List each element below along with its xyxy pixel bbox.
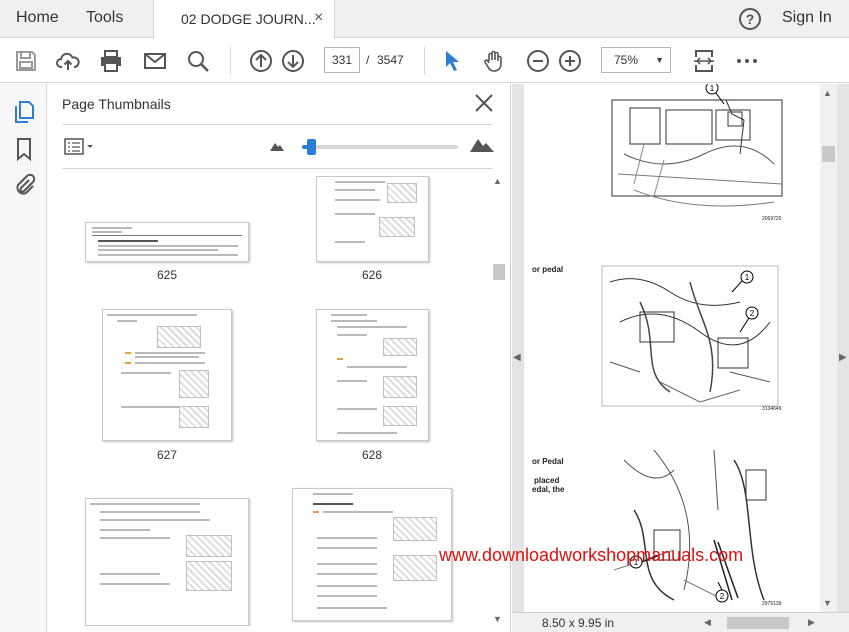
upload-cloud-icon[interactable] <box>56 49 80 73</box>
sign-in-button[interactable]: Sign In <box>782 9 832 27</box>
current-page-input[interactable]: 331 <box>324 47 360 73</box>
page-thumbnails-icon[interactable] <box>12 100 36 124</box>
scroll-left-icon[interactable]: ◀ <box>704 617 711 628</box>
thumbnail-options-icon[interactable] <box>64 138 96 156</box>
zoom-select[interactable]: 75% ▼ <box>601 47 671 73</box>
engine-bay-figure <box>611 99 783 207</box>
doc-text-snippet: edal, the <box>532 485 565 494</box>
document-scrollbar[interactable]: ▲ ▼ <box>820 84 837 612</box>
document-tab[interactable]: 02 DODGE JOURN... × <box>153 0 335 39</box>
brake-pedal-figure <box>614 450 767 601</box>
scroll-down-icon[interactable]: ▼ <box>493 614 502 624</box>
figure-code: 2069720 <box>762 216 782 222</box>
scroll-right-icon[interactable]: ▶ <box>808 617 815 628</box>
page-thumbnail[interactable] <box>316 309 429 441</box>
zoom-out-icon[interactable] <box>526 49 550 73</box>
thumbnail-page-label: 628 <box>361 448 383 462</box>
panel-divider <box>62 168 492 169</box>
svg-text:2: 2 <box>750 309 755 318</box>
doc-text-snippet: placed <box>534 476 560 485</box>
navigation-rail <box>0 84 47 632</box>
home-menu[interactable]: Home <box>16 9 59 27</box>
toolbar-divider <box>424 47 425 75</box>
svg-text:1: 1 <box>710 84 715 93</box>
email-icon[interactable] <box>143 49 167 73</box>
help-icon[interactable]: ? <box>739 8 761 30</box>
zoom-in-icon[interactable] <box>558 49 582 73</box>
small-thumbnails-icon[interactable] <box>270 141 284 151</box>
hand-tool-icon[interactable] <box>482 49 506 73</box>
scroll-up-icon[interactable]: ▲ <box>823 88 832 98</box>
page-down-icon[interactable] <box>281 49 305 73</box>
scroll-down-icon[interactable]: ▼ <box>823 598 832 608</box>
scroll-thumb[interactable] <box>822 146 835 162</box>
thumbnail-size-slider[interactable] <box>302 139 458 155</box>
select-cursor-icon[interactable] <box>440 49 464 73</box>
callout: 1 <box>705 84 725 104</box>
total-pages: 3547 <box>377 53 404 67</box>
toolbar: 331 / 3547 75% ▼ <box>0 39 849 83</box>
slider-handle[interactable] <box>307 139 316 155</box>
svg-text:1: 1 <box>745 273 750 282</box>
page-size-label: 8.50 x 9.95 in <box>542 616 615 630</box>
fit-page-icon[interactable] <box>692 49 716 73</box>
callout: 1 <box>731 270 754 293</box>
page-up-icon[interactable] <box>249 49 273 73</box>
svg-text:2: 2 <box>720 592 725 601</box>
scroll-up-icon[interactable]: ▲ <box>493 176 502 186</box>
figure-code: 3134649 <box>762 406 782 412</box>
toolbar-divider <box>230 47 231 75</box>
document-page: 2069720 1 or pedal 1 2 3134649 or Pedal … <box>524 84 820 612</box>
figure-code: 2975139 <box>762 601 782 607</box>
scroll-thumb[interactable] <box>493 264 505 280</box>
attachment-icon[interactable] <box>12 173 36 197</box>
page-thumbnail[interactable] <box>85 498 249 626</box>
large-thumbnails-icon[interactable] <box>470 136 494 152</box>
panel-title: Page Thumbnails <box>62 96 171 112</box>
page-thumbnail[interactable] <box>102 309 232 441</box>
search-icon[interactable] <box>186 49 210 73</box>
callout: 2 <box>715 582 729 603</box>
doc-text-snippet: or pedal <box>532 265 564 274</box>
thumbnails-list: 625 626 627 628 <box>62 176 492 626</box>
expand-right-icon[interactable]: ▶ <box>839 352 847 363</box>
zoom-value: 75% <box>614 53 639 67</box>
page-separator: / <box>366 53 370 67</box>
menu-bar: Home Tools 02 DODGE JOURN... × ? Sign In <box>0 0 849 39</box>
thumbnail-page-label: 625 <box>156 268 178 282</box>
doc-text-snippet: or Pedal <box>532 457 564 466</box>
bookmark-icon[interactable] <box>12 137 36 161</box>
save-icon[interactable] <box>14 49 38 73</box>
page-thumbnail[interactable] <box>85 222 249 262</box>
more-icon[interactable] <box>735 49 759 73</box>
watermark-text: www.downloadworkshopmanuals.com <box>439 545 744 565</box>
print-icon[interactable] <box>99 49 123 73</box>
close-panel-icon[interactable] <box>473 92 495 114</box>
page-thumbnail[interactable] <box>292 488 452 621</box>
document-tab-title: 02 DODGE JOURN... <box>181 11 316 27</box>
panel-divider <box>62 124 492 125</box>
collapse-left-icon[interactable]: ◀ <box>513 352 521 363</box>
thumbnail-page-label: 626 <box>361 268 383 282</box>
chevron-down-icon: ▼ <box>655 55 664 65</box>
horizontal-scroll-thumb[interactable] <box>727 617 789 629</box>
thumbnail-page-label: 627 <box>156 448 178 462</box>
callout: 2 <box>739 306 759 333</box>
tools-menu[interactable]: Tools <box>86 9 123 27</box>
close-tab-icon[interactable]: × <box>314 9 323 27</box>
page-thumbnail[interactable] <box>316 176 429 262</box>
document-status-bar: 8.50 x 9.95 in ◀ ▶ <box>512 612 849 632</box>
